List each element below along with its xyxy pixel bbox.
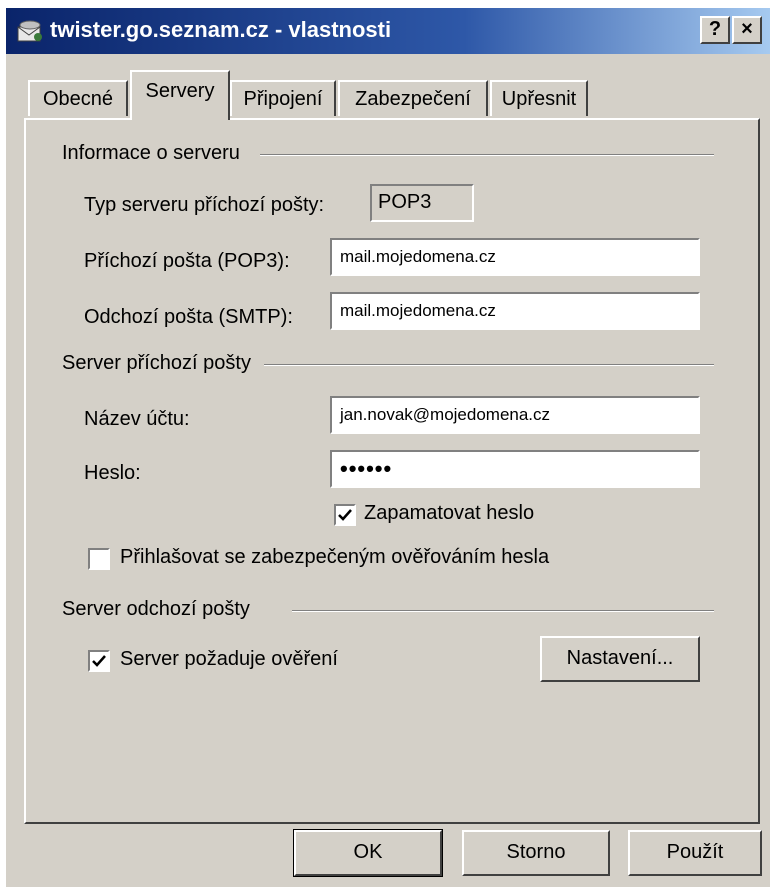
checkmark-icon <box>338 509 352 521</box>
group-divider <box>292 610 714 612</box>
incoming-server-input[interactable]: mail.mojedomena.cz <box>330 238 700 276</box>
spa-checkbox[interactable] <box>88 548 110 570</box>
account-name-input[interactable]: jan.novak@mojedomena.cz <box>330 396 700 434</box>
remember-password-label[interactable]: Zapamatovat heslo <box>364 502 534 525</box>
password-input[interactable]: •••••• <box>330 450 700 488</box>
group-divider <box>260 154 714 156</box>
mail-account-icon <box>16 19 44 43</box>
window-title: twister.go.seznam.cz - vlastnosti <box>50 17 392 42</box>
ok-button[interactable]: OK <box>293 829 443 877</box>
tab-servers[interactable]: Servery <box>130 70 230 120</box>
account-name-label: Název účtu: <box>84 408 190 430</box>
title-bar[interactable]: twister.go.seznam.cz - vlastnosti ? × <box>6 8 770 54</box>
password-label: Heslo: <box>84 462 141 484</box>
spa-label[interactable]: Přihlašovat se zabezpečeným ověřováním h… <box>120 546 549 569</box>
help-button[interactable]: ? <box>700 16 730 44</box>
tab-security[interactable]: Zabezpečení <box>338 80 488 116</box>
properties-dialog: twister.go.seznam.cz - vlastnosti ? × Ob… <box>6 8 770 887</box>
outgoing-server-input[interactable]: mail.mojedomena.cz <box>330 292 700 330</box>
tab-strip: Obecné Servery Připojení Zabezpečení Upř… <box>6 66 770 120</box>
tab-advanced[interactable]: Upřesnit <box>490 80 588 116</box>
server-auth-checkbox[interactable] <box>88 650 110 672</box>
settings-button[interactable]: Nastavení... <box>540 636 700 682</box>
remember-password-checkbox[interactable] <box>334 504 356 526</box>
server-type-field: POP3 <box>370 184 474 222</box>
server-type-label: Typ serveru příchozí pošty: <box>84 194 325 216</box>
server-info-group-label: Informace o serveru <box>62 142 248 165</box>
tab-connection[interactable]: Připojení <box>230 80 336 116</box>
outgoing-server-label: Odchozí pošta (SMTP): <box>84 306 293 328</box>
checkmark-icon <box>92 655 106 667</box>
outgoing-server-group-label: Server odchozí pošty <box>62 598 258 621</box>
incoming-server-group-label: Server příchozí pošty <box>62 352 259 375</box>
tab-general[interactable]: Obecné <box>28 80 128 116</box>
close-button[interactable]: × <box>732 16 762 44</box>
cancel-button[interactable]: Storno <box>462 830 610 876</box>
servers-panel: Informace o serveru Typ serveru příchozí… <box>24 118 760 824</box>
apply-button[interactable]: Použít <box>628 830 762 876</box>
group-divider <box>264 364 714 366</box>
incoming-server-label: Příchozí pošta (POP3): <box>84 250 290 272</box>
server-auth-label[interactable]: Server požaduje ověření <box>120 648 338 671</box>
